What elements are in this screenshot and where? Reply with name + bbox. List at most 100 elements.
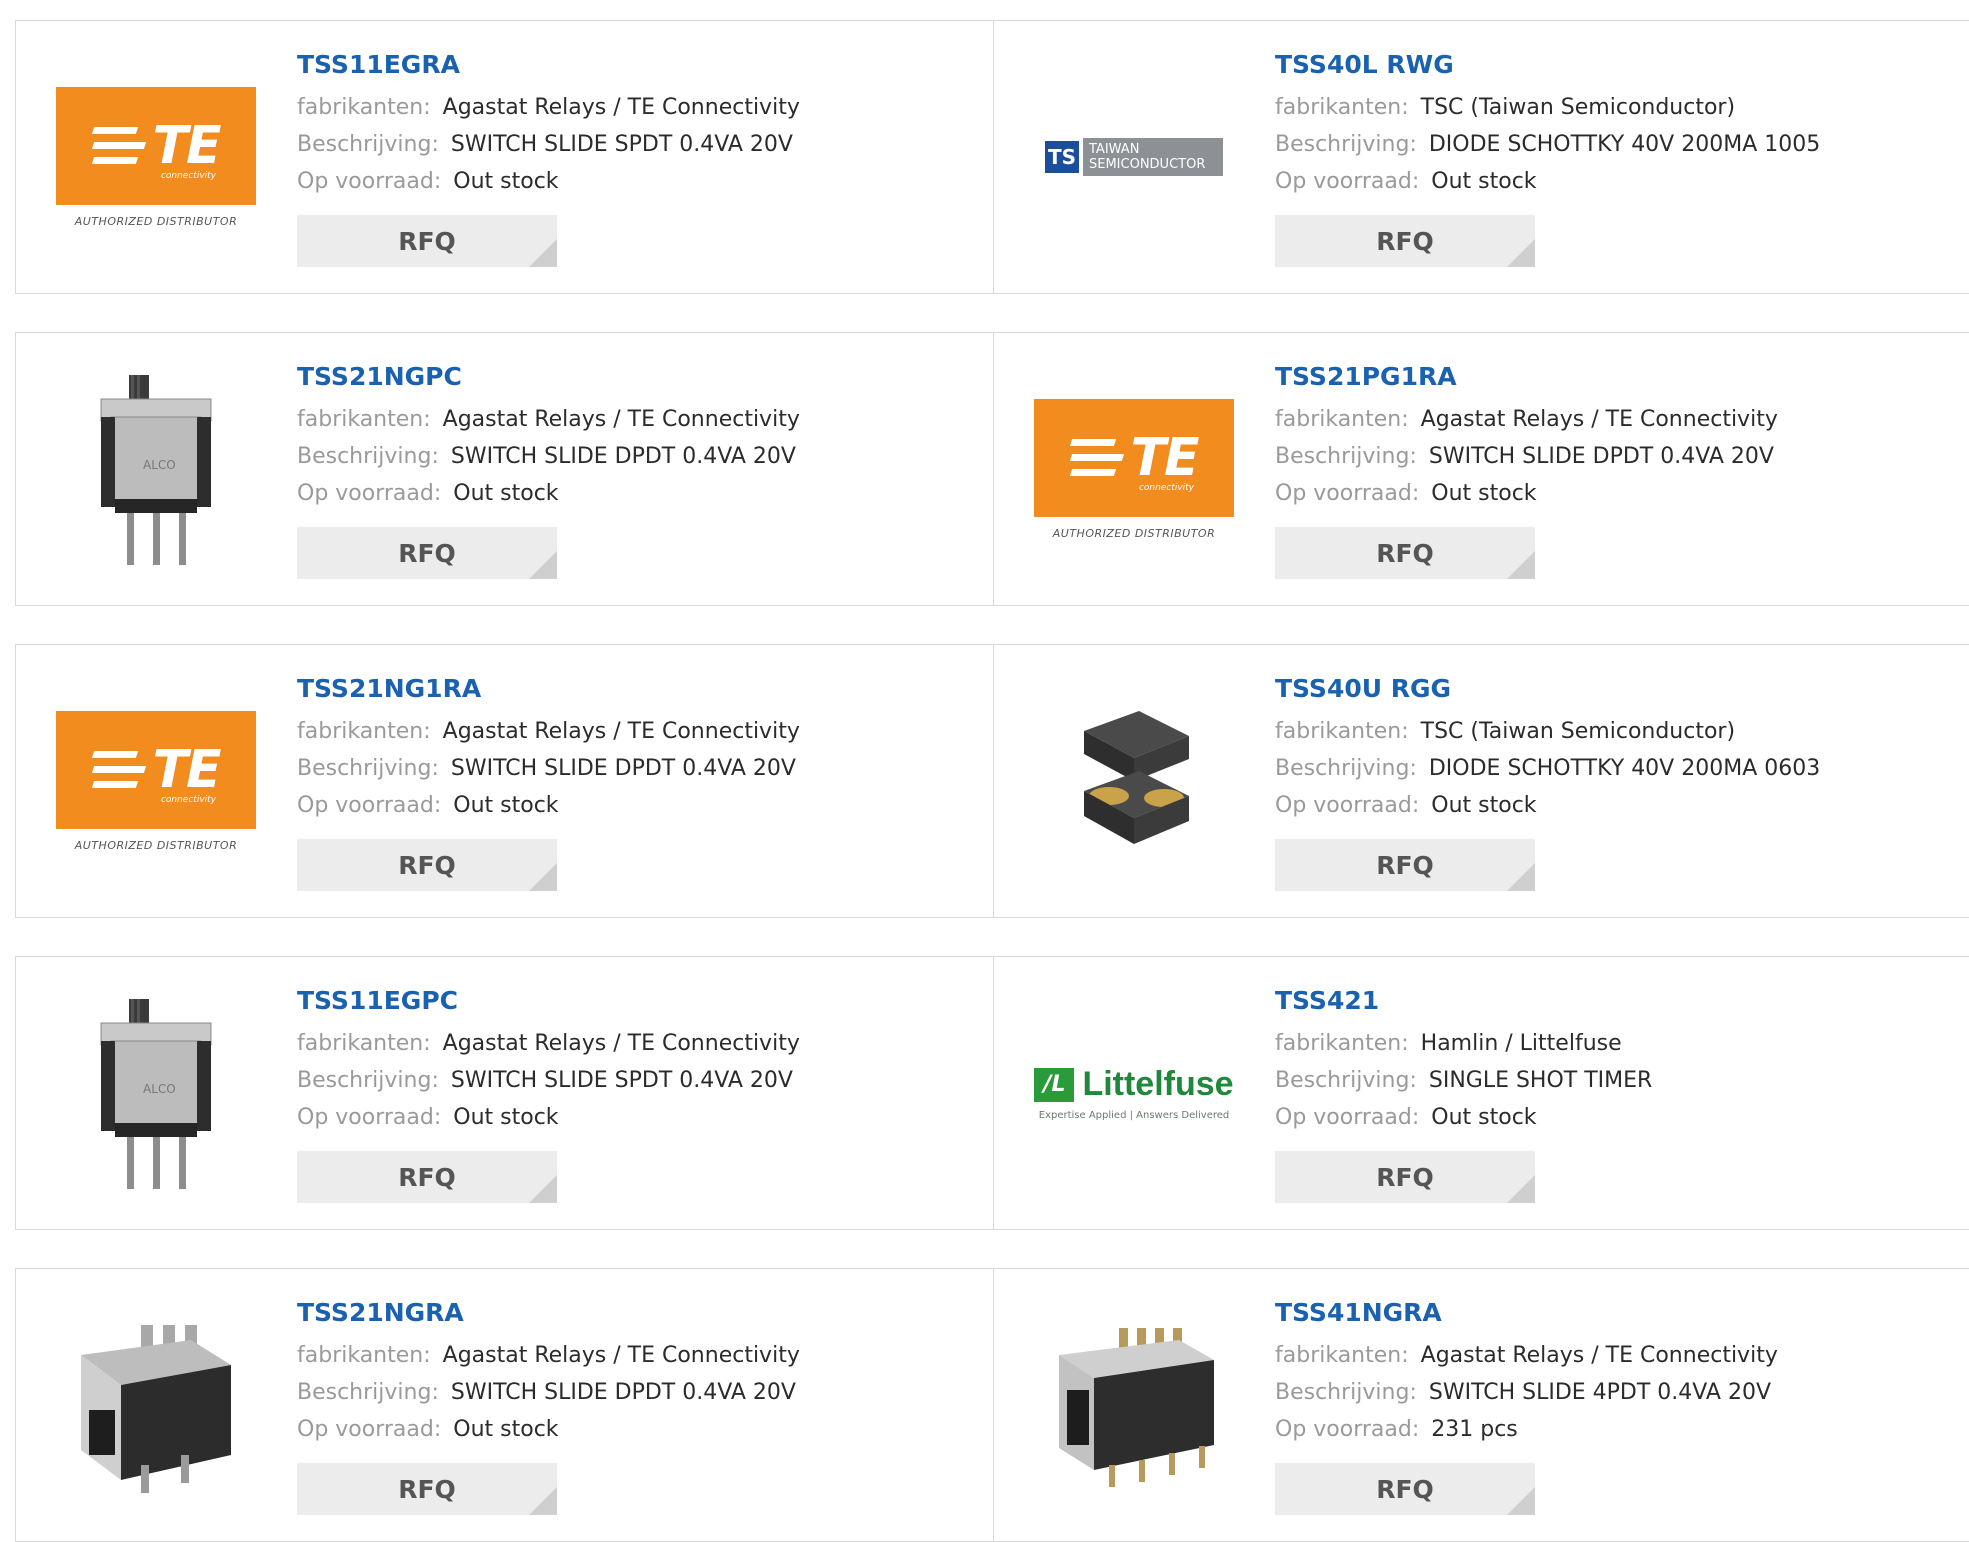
product-part-number-link[interactable]: TSS21NGPC xyxy=(297,361,973,393)
product-thumbnail[interactable]: TE connectivity AUTHORIZED DISTRIBUTOR xyxy=(56,57,256,257)
product-part-number-link[interactable]: TSS21PG1RA xyxy=(1275,361,1950,393)
product-thumbnail[interactable]: ALCO xyxy=(56,369,256,569)
product-part-number-link[interactable]: TSS21NGRA xyxy=(297,1297,973,1329)
description-label: Beschrijving: xyxy=(1275,1068,1417,1093)
rfq-label: RFQ xyxy=(398,850,456,880)
product-thumbnail[interactable] xyxy=(56,1305,256,1505)
manufacturer-value: Agastat Relays / TE Connectivity xyxy=(442,1343,800,1368)
manufacturer-line: fabrikanten: Hamlin / Littelfuse xyxy=(1275,1025,1950,1062)
description-line: Beschrijving: SWITCH SLIDE SPDT 0.4VA 20V xyxy=(297,126,973,163)
product-card: TSS41NGRA fabrikanten: Agastat Relays / TE… xyxy=(994,1269,1969,1541)
stock-label: Op voorraad: xyxy=(1275,1417,1420,1442)
description-line: Beschrijving: SWITCH SLIDE SPDT 0.4VA 20V xyxy=(297,1062,973,1099)
product-thumbnail[interactable]: TE connectivity AUTHORIZED DISTRIBUTOR xyxy=(56,681,256,881)
product-row: ALCO TSS11EGPC fabrikanten: Agastat Relays… xyxy=(15,956,1969,1230)
stock-label: Op voorraad: xyxy=(297,1417,442,1442)
stock-label: Op voorraad: xyxy=(1275,481,1420,506)
product-grid: TE connectivity AUTHORIZED DISTRIBUTOR T… xyxy=(0,0,1969,1542)
manufacturer-value: Agastat Relays / TE Connectivity xyxy=(442,95,800,120)
description-line: Beschrijving: SWITCH SLIDE 4PDT 0.4VA 20V xyxy=(1275,1374,1950,1411)
rfq-corner-decoration xyxy=(529,863,557,891)
manufacturer-value: Hamlin / Littelfuse xyxy=(1420,1031,1622,1056)
product-info: TSS11EGRA fabrikanten: Agastat Relays / TE… xyxy=(297,49,973,267)
manufacturer-value: Agastat Relays / TE Connectivity xyxy=(442,407,800,432)
product-thumbnail[interactable]: TE connectivity AUTHORIZED DISTRIBUTOR xyxy=(1034,369,1234,569)
rfq-button[interactable]: RFQ xyxy=(297,839,557,891)
description-line: Beschrijving: SWITCH SLIDE DPDT 0.4VA 20V xyxy=(297,438,973,475)
product-info: TSS41NGRA fabrikanten: Agastat Relays / TE… xyxy=(1275,1297,1950,1515)
product-part-number-link[interactable]: TSS421 xyxy=(1275,985,1950,1017)
product-thumbnail[interactable] xyxy=(1034,1305,1234,1505)
description-label: Beschrijving: xyxy=(1275,1380,1417,1405)
description-line: Beschrijving: SINGLE SHOT TIMER xyxy=(1275,1062,1950,1099)
rfq-button[interactable]: RFQ xyxy=(297,215,557,267)
te-connectivity-logo: TE connectivity AUTHORIZED DISTRIBUTOR xyxy=(56,710,256,852)
manufacturer-label: fabrikanten: xyxy=(1275,95,1409,120)
stock-value: Out stock xyxy=(1431,793,1537,818)
stock-label: Op voorraad: xyxy=(297,169,442,194)
rfq-button[interactable]: RFQ xyxy=(1275,1463,1535,1515)
rfq-corner-decoration xyxy=(1507,551,1535,579)
rfq-corner-decoration xyxy=(529,551,557,579)
diode-chip-image xyxy=(1084,711,1189,844)
description-value: DIODE SCHOTTKY 40V 200MA 0603 xyxy=(1428,756,1821,781)
rfq-button[interactable]: RFQ xyxy=(1275,1151,1535,1203)
manufacturer-line: fabrikanten: TSC (Taiwan Semiconductor) xyxy=(1275,713,1950,750)
svg-text:ALCO: ALCO xyxy=(143,1082,176,1096)
manufacturer-line: fabrikanten: Agastat Relays / TE Connecti… xyxy=(297,401,973,438)
svg-text:ALCO: ALCO xyxy=(143,458,176,472)
description-value: DIODE SCHOTTKY 40V 200MA 1005 xyxy=(1428,132,1821,157)
manufacturer-label: fabrikanten: xyxy=(297,719,431,744)
product-card: TE connectivity AUTHORIZED DISTRIBUTOR T… xyxy=(16,645,994,917)
rfq-button[interactable]: RFQ xyxy=(1275,527,1535,579)
manufacturer-line: fabrikanten: Agastat Relays / TE Connecti… xyxy=(297,1025,973,1062)
product-part-number-link[interactable]: TSS40L RWG xyxy=(1275,49,1950,81)
rfq-corner-decoration xyxy=(1507,863,1535,891)
product-thumbnail[interactable]: /L Littelfuse Expertise Applied | Answers… xyxy=(1034,993,1234,1193)
manufacturer-value: Agastat Relays / TE Connectivity xyxy=(442,1031,800,1056)
manufacturer-label: fabrikanten: xyxy=(297,1343,431,1368)
description-value: SWITCH SLIDE DPDT 0.4VA 20V xyxy=(1428,444,1774,469)
rfq-label: RFQ xyxy=(398,538,456,568)
manufacturer-line: fabrikanten: Agastat Relays / TE Connecti… xyxy=(297,713,973,750)
product-thumbnail[interactable] xyxy=(1034,681,1234,881)
stock-value: Out stock xyxy=(1431,481,1537,506)
product-part-number-link[interactable]: TSS21NG1RA xyxy=(297,673,973,705)
product-part-number-link[interactable]: TSS11EGPC xyxy=(297,985,973,1017)
product-info: TSS21NGRA fabrikanten: Agastat Relays / TE… xyxy=(297,1297,973,1515)
product-part-number-link[interactable]: TSS41NGRA xyxy=(1275,1297,1950,1329)
product-info: TSS21NG1RA fabrikanten: Agastat Relays / T… xyxy=(297,673,973,891)
rfq-corner-decoration xyxy=(1507,1487,1535,1515)
stock-line: Op voorraad: Out stock xyxy=(1275,163,1950,200)
manufacturer-value: Agastat Relays / TE Connectivity xyxy=(442,719,800,744)
stock-line: Op voorraad: Out stock xyxy=(297,1099,973,1136)
product-row: TE connectivity AUTHORIZED DISTRIBUTOR T… xyxy=(15,20,1969,294)
manufacturer-label: fabrikanten: xyxy=(297,95,431,120)
slide-switch-image: ALCO xyxy=(100,999,212,1189)
product-card: TSS21NGRA fabrikanten: Agastat Relays / TE… xyxy=(16,1269,994,1541)
description-value: SWITCH SLIDE SPDT 0.4VA 20V xyxy=(450,132,793,157)
rfq-label: RFQ xyxy=(1376,1474,1434,1504)
product-info: TSS40U RGG fabrikanten: TSC (Taiwan Semico… xyxy=(1275,673,1950,891)
product-thumbnail[interactable]: ALCO xyxy=(56,993,256,1193)
stock-value: Out stock xyxy=(453,1417,559,1442)
rfq-button[interactable]: RFQ xyxy=(297,527,557,579)
manufacturer-value: TSC (Taiwan Semiconductor) xyxy=(1420,95,1736,120)
product-thumbnail[interactable]: TS TAIWAN SEMICONDUCTOR xyxy=(1034,57,1234,257)
product-part-number-link[interactable]: TSS40U RGG xyxy=(1275,673,1950,705)
stock-value: Out stock xyxy=(453,169,559,194)
rfq-button[interactable]: RFQ xyxy=(297,1151,557,1203)
product-part-number-link[interactable]: TSS11EGRA xyxy=(297,49,973,81)
manufacturer-line: fabrikanten: Agastat Relays / TE Connecti… xyxy=(1275,401,1950,438)
manufacturer-line: fabrikanten: Agastat Relays / TE Connecti… xyxy=(297,1337,973,1374)
rfq-label: RFQ xyxy=(398,226,456,256)
rfq-button[interactable]: RFQ xyxy=(1275,839,1535,891)
description-value: SINGLE SHOT TIMER xyxy=(1428,1068,1653,1093)
stock-value: Out stock xyxy=(453,1105,559,1130)
rfq-button[interactable]: RFQ xyxy=(1275,215,1535,267)
rfq-button[interactable]: RFQ xyxy=(297,1463,557,1515)
product-info: TSS21PG1RA fabrikanten: Agastat Relays / T… xyxy=(1275,361,1950,579)
stock-line: Op voorraad: Out stock xyxy=(297,787,973,824)
stock-value: Out stock xyxy=(453,481,559,506)
rfq-label: RFQ xyxy=(1376,850,1434,880)
